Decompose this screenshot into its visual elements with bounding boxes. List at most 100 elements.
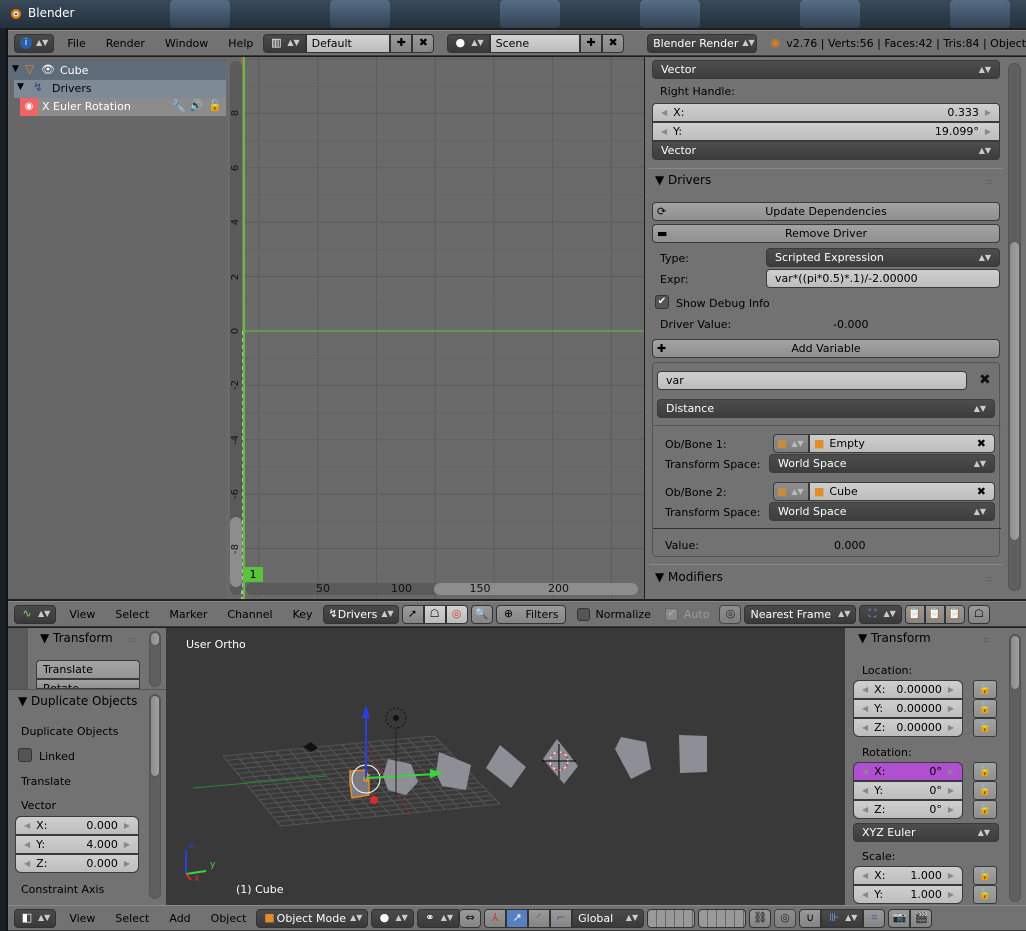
mute-icon[interactable]: 🔊 — [189, 99, 203, 112]
channel-object-row[interactable]: ▼ ▽ 👁 Cube — [8, 62, 226, 80]
snap-element-select[interactable]: ⊪ ▲▼ — [821, 908, 864, 928]
menu-object[interactable]: Object — [201, 912, 257, 925]
layers-group-2[interactable] — [698, 908, 747, 928]
auto-checkbox[interactable]: ✔ — [664, 607, 678, 621]
lock-icon[interactable]: 🔓 — [973, 699, 997, 718]
location-x-field[interactable]: ◀ X: 0.00000 ▶ — [853, 680, 963, 699]
snap-target-toggle[interactable]: ⌗ — [863, 908, 886, 928]
transform-section-header[interactable]: ▼ Transform — [40, 631, 113, 645]
show-hidden-toggle[interactable]: ☖ — [423, 604, 446, 624]
menu-window[interactable]: Window — [155, 37, 218, 50]
ob1-type-select[interactable]: ■ ▲▼ — [773, 434, 809, 453]
ob1-object-field[interactable]: ■ Empty ✖ — [809, 434, 995, 453]
lock-layers-toggle[interactable]: ⛓ — [749, 908, 772, 928]
copy-keyframes-button[interactable]: 📋 — [904, 604, 925, 624]
scale-y-field[interactable]: ◀ Y: 1.000 ▶ — [853, 885, 963, 904]
properties-scrollbar[interactable] — [1008, 63, 1021, 591]
lock-icon[interactable]: 🔓 — [973, 762, 997, 781]
interaction-mode-select[interactable]: ■ Object Mode ▲▼ — [256, 908, 369, 928]
eye-icon[interactable]: ◉ — [20, 98, 38, 116]
pivot-select[interactable]: ⛶ ▲▼ — [859, 604, 902, 624]
vector-y-field[interactable]: ◀ Y: 4.000 ▶ — [15, 835, 139, 854]
rotate-button[interactable]: Rotate — [36, 679, 140, 689]
grip-icon[interactable]: :::: — [985, 177, 993, 186]
clear-icon[interactable]: ✖ — [977, 485, 986, 498]
only-errors-toggle[interactable]: ◎ — [445, 604, 468, 624]
graph-mode-select[interactable]: ↯ Drivers ▲▼ — [322, 604, 399, 624]
shading-select[interactable]: ● ▲▼ — [371, 908, 414, 928]
lock-icon[interactable]: 🔓 — [973, 800, 997, 819]
expand-icon[interactable]: ▼ — [12, 64, 19, 74]
grip-icon[interactable]: :::: — [128, 635, 136, 644]
grip-icon[interactable]: :::: — [983, 635, 991, 644]
opengl-render-button[interactable]: 📷 — [888, 908, 911, 928]
normalize-checkbox[interactable] — [576, 607, 590, 621]
translate-button[interactable]: Translate — [36, 660, 140, 679]
operator-scrollbar[interactable] — [149, 694, 161, 899]
lock-icon[interactable]: 🔓 — [973, 781, 997, 800]
menu-file[interactable]: File — [57, 37, 95, 50]
transform-section-header[interactable]: ▼ Transform — [858, 631, 931, 645]
handle-x-field[interactable]: ◀ X: 0.333 ▶ — [652, 103, 1000, 122]
lock-icon[interactable]: 🔓 — [973, 866, 997, 885]
channel-drivers-row[interactable]: ▼ ↯ Drivers — [14, 80, 226, 98]
location-z-field[interactable]: ◀ Z: 0.00000 ▶ — [853, 718, 963, 737]
lock-icon[interactable]: 🔓 — [973, 718, 997, 737]
tool-scrollbar[interactable] — [149, 631, 161, 687]
add-scene-button[interactable]: ✚ — [580, 33, 603, 53]
rot-z-field[interactable]: ◀ Z: 0° ▶ — [853, 800, 963, 819]
manipulate-center-toggle[interactable]: ⇔ — [459, 908, 482, 928]
channel-fcurve-row[interactable]: ◉ X Euler Rotation 🔧 🔊 🔓 — [20, 98, 226, 116]
graph-region[interactable]: 8 6 4 2 0 -2 -4 -6 -8 1 50 100 150 200 — [226, 57, 644, 599]
paste-flipped-button[interactable]: 📋 — [944, 604, 965, 624]
menu-view[interactable]: View — [59, 912, 105, 925]
viewport-scene[interactable] — [166, 628, 845, 905]
translate-manipulator[interactable]: ↗ — [506, 908, 529, 928]
graph-canvas[interactable] — [226, 57, 644, 599]
tool-tabs[interactable] — [8, 628, 28, 692]
properties-scrollbar[interactable] — [1009, 634, 1021, 902]
menu-add[interactable]: Add — [159, 912, 200, 925]
show-debug-checkbox[interactable]: ✔ — [655, 295, 669, 309]
opengl-animation-button[interactable]: 🎬 — [910, 908, 933, 928]
rot-x-field[interactable]: ◀ X: 0° ▶ — [853, 762, 963, 781]
rot-y-field[interactable]: ◀ Y: 0° ▶ — [853, 781, 963, 800]
driver-type-select[interactable]: Scripted Expression ▲▼ — [766, 248, 1000, 267]
search-toggle[interactable]: 🔍 — [470, 604, 493, 624]
menu-channel[interactable]: Channel — [217, 608, 282, 621]
lock-icon[interactable]: 🔓 — [973, 885, 997, 904]
transform-orientation-select[interactable]: Global ▲▼ — [572, 908, 645, 928]
handle-type-select[interactable]: Vector ▲▼ — [652, 60, 1000, 79]
menu-help[interactable]: Help — [218, 37, 263, 50]
linked-checkbox[interactable] — [18, 748, 32, 762]
snap-select[interactable]: Nearest Frame ▲▼ — [744, 604, 857, 624]
scene-field[interactable]: Scene — [489, 33, 581, 53]
add-screen-button[interactable]: ✚ — [390, 33, 413, 53]
editor-type-button[interactable]: ∿ ▲▼ — [14, 604, 57, 624]
scrollbar-thumb[interactable] — [1010, 635, 1020, 690]
variable-name-input[interactable]: var — [657, 371, 967, 390]
expression-input[interactable]: var*((pi*0.5)*.1)/-2.00000 — [766, 269, 1000, 288]
menu-marker[interactable]: Marker — [159, 608, 217, 621]
scale-x-field[interactable]: ◀ X: 1.000 ▶ — [853, 866, 963, 885]
current-frame-indicator[interactable]: 1 — [243, 567, 263, 582]
paste-keyframes-button[interactable]: 📋 — [924, 604, 945, 624]
clear-icon[interactable]: ✖ — [977, 437, 986, 450]
eye-icon[interactable]: 👁 — [41, 63, 55, 76]
menu-key[interactable]: Key — [283, 608, 323, 621]
proportional-toggle[interactable]: ◎ — [719, 604, 742, 624]
editor-type-button[interactable]: ◧ ▲▼ — [14, 908, 57, 928]
location-y-field[interactable]: ◀ Y: 0.00000 ▶ — [853, 699, 963, 718]
remove-variable-icon[interactable]: ✖ — [979, 372, 991, 388]
proportional-edit-toggle[interactable]: ◎ — [774, 908, 797, 928]
handle-y-field[interactable]: ◀ Y: 19.099° ▶ — [652, 122, 1000, 141]
scrollbar-thumb[interactable] — [150, 695, 160, 777]
menu-render[interactable]: Render — [96, 37, 155, 50]
lock-icon[interactable]: 🔓 — [973, 680, 997, 699]
scale-manipulator[interactable]: ⌐ — [550, 908, 573, 928]
delete-screen-button[interactable]: ✖ — [412, 33, 435, 53]
expand-icon[interactable]: ▼ — [17, 82, 24, 92]
menu-select[interactable]: Select — [105, 912, 159, 925]
screen-layout-icon-button[interactable]: ▥ ▲▼ — [263, 33, 306, 53]
filters-button[interactable]: ⊕ Filters — [495, 604, 566, 624]
